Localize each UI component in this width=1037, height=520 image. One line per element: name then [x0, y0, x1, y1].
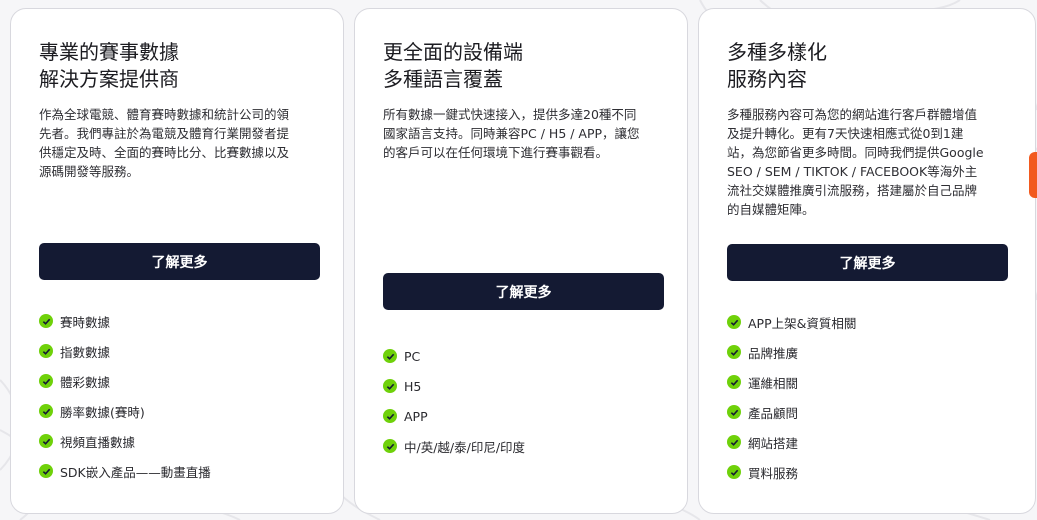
floating-side-tab[interactable] [1029, 152, 1037, 198]
feature-item: 中/英/越/泰/印尼/印度 [383, 431, 525, 461]
card-data-solutions: 專業的賽事數據 解決方案提供商 作為全球電競、體育賽時數據和統計公司的領先者。我… [10, 8, 344, 514]
feature-item: H5 [383, 371, 525, 401]
feature-list: PC H5 APP 中/英/越/泰/印尼/印度 [383, 341, 525, 461]
feature-item: 賽時數據 [39, 306, 211, 336]
check-icon [727, 405, 741, 419]
card-description: 所有數據一鍵式快速接入，提供多達20種不同國家語言支持。同時兼容PC / H5 … [383, 107, 640, 160]
learn-more-button[interactable]: 了解更多 [727, 244, 1008, 281]
check-icon [39, 314, 53, 328]
check-icon [727, 465, 741, 479]
check-icon [727, 315, 741, 329]
check-icon [39, 434, 53, 448]
feature-item: 體彩數據 [39, 366, 211, 396]
feature-item: 指數數據 [39, 336, 211, 366]
feature-item: 勝率數據(賽時) [39, 396, 211, 426]
card-devices-languages: 更全面的設備端 多種語言覆蓋 所有數據一鍵式快速接入，提供多達20種不同國家語言… [354, 8, 688, 514]
learn-more-button[interactable]: 了解更多 [39, 243, 320, 280]
feature-item: 視頻直播數據 [39, 426, 211, 456]
feature-item: APP上架&資質相關 [727, 307, 856, 337]
feature-item: SDK嵌入產品——動畫直播 [39, 456, 211, 486]
card-description: 作為全球電競、體育賽時數據和統計公司的領先者。我們專註於為電競及體育行業開發者提… [39, 107, 290, 179]
check-icon [39, 344, 53, 358]
check-icon [383, 349, 397, 363]
card-title: 專業的賽事數據 解決方案提供商 [39, 40, 179, 91]
learn-more-button[interactable]: 了解更多 [383, 273, 664, 310]
feature-item: PC [383, 341, 525, 371]
feature-list: 賽時數據 指數數據 體彩數據 勝率數據(賽時) 視頻直播數據 SDK嵌入產品——… [39, 306, 211, 486]
feature-item: 網站搭建 [727, 427, 856, 457]
feature-item: 產品顧問 [727, 397, 856, 427]
check-icon [727, 345, 741, 359]
feature-item: 運維相關 [727, 367, 856, 397]
check-icon [39, 374, 53, 388]
check-icon [383, 409, 397, 423]
card-title: 更全面的設備端 多種語言覆蓋 [383, 40, 523, 91]
check-icon [383, 439, 397, 453]
check-icon [39, 404, 53, 418]
check-icon [39, 464, 53, 478]
card-description: 多種服務內容可為您的網站進行客戶群體增值及提升轉化。更有7天快速相應式從0到1建… [727, 107, 984, 217]
check-icon [383, 379, 397, 393]
check-icon [727, 375, 741, 389]
feature-list: APP上架&資質相關 品牌推廣 運維相關 產品顧問 網站搭建 買料服務 [727, 307, 856, 487]
card-services: 多種多樣化 服務內容 多種服務內容可為您的網站進行客戶群體增值及提升轉化。更有7… [698, 8, 1036, 514]
card-title: 多種多樣化 服務內容 [727, 40, 827, 91]
feature-item: APP [383, 401, 525, 431]
feature-item: 品牌推廣 [727, 337, 856, 367]
feature-item: 買料服務 [727, 457, 856, 487]
check-icon [727, 435, 741, 449]
